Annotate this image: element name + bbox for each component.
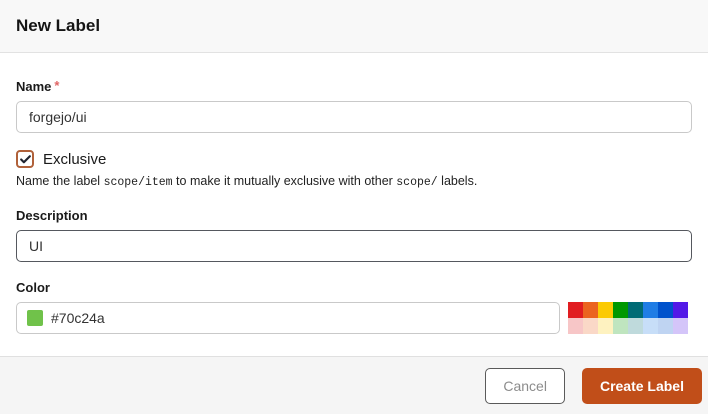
color-field-block: Color: [16, 280, 692, 334]
name-label-text: Name: [16, 79, 52, 94]
palette-swatch[interactable]: [643, 302, 658, 318]
palette-swatch[interactable]: [598, 318, 613, 334]
create-label-button[interactable]: Create Label: [581, 367, 702, 404]
checkmark-icon: [19, 154, 31, 163]
new-label-dialog: New Label Name* Exclusive Name the label…: [0, 0, 708, 414]
palette-swatch[interactable]: [613, 318, 628, 334]
description-field-label: Description: [16, 208, 88, 223]
help-part3: labels.: [437, 174, 478, 188]
palette-swatch[interactable]: [568, 302, 583, 318]
palette-swatch[interactable]: [568, 318, 583, 334]
exclusive-checkbox-row: Exclusive: [16, 149, 692, 169]
description-field-block: Description: [16, 208, 692, 262]
dialog-footer: Cancel Create Label: [0, 356, 708, 414]
palette-swatch[interactable]: [673, 318, 688, 334]
color-row: [16, 302, 692, 334]
name-field-block: Name *: [16, 78, 692, 133]
exclusive-checkbox[interactable]: [16, 150, 34, 168]
required-asterisk: *: [54, 78, 60, 93]
palette-swatch[interactable]: [583, 318, 598, 334]
color-input[interactable]: [16, 302, 560, 334]
description-input[interactable]: [16, 230, 692, 262]
selected-color-swatch: [27, 310, 43, 326]
palette-swatch[interactable]: [628, 302, 643, 318]
exclusive-help-text: Name the label scope/item to make it mut…: [16, 173, 692, 191]
dialog-title: New Label: [16, 16, 101, 35]
name-field-label: Name *: [16, 78, 692, 95]
dialog-header: New Label: [0, 0, 708, 53]
help-part2: to make it mutually exclusive with other: [172, 174, 397, 188]
palette-swatch[interactable]: [658, 302, 673, 318]
color-palette: [568, 302, 688, 334]
palette-swatch[interactable]: [628, 318, 643, 334]
help-code-scope: scope/: [396, 176, 438, 189]
exclusive-label[interactable]: Exclusive: [43, 151, 106, 168]
dialog-body: Name* Exclusive Name the label scope/ite…: [0, 53, 708, 356]
palette-swatch[interactable]: [613, 302, 628, 318]
cancel-button[interactable]: Cancel: [485, 367, 565, 404]
help-code-scope-item: scope/item: [103, 176, 173, 189]
name-input[interactable]: [16, 101, 692, 133]
palette-swatch[interactable]: [583, 302, 598, 318]
help-part1: Name the label: [16, 174, 104, 188]
palette-swatch[interactable]: [658, 318, 673, 334]
palette-swatch[interactable]: [643, 318, 658, 334]
color-hex-input[interactable]: [51, 303, 549, 333]
palette-swatch[interactable]: [673, 302, 688, 318]
palette-swatch[interactable]: [598, 302, 613, 318]
color-field-label: Color: [16, 280, 50, 295]
